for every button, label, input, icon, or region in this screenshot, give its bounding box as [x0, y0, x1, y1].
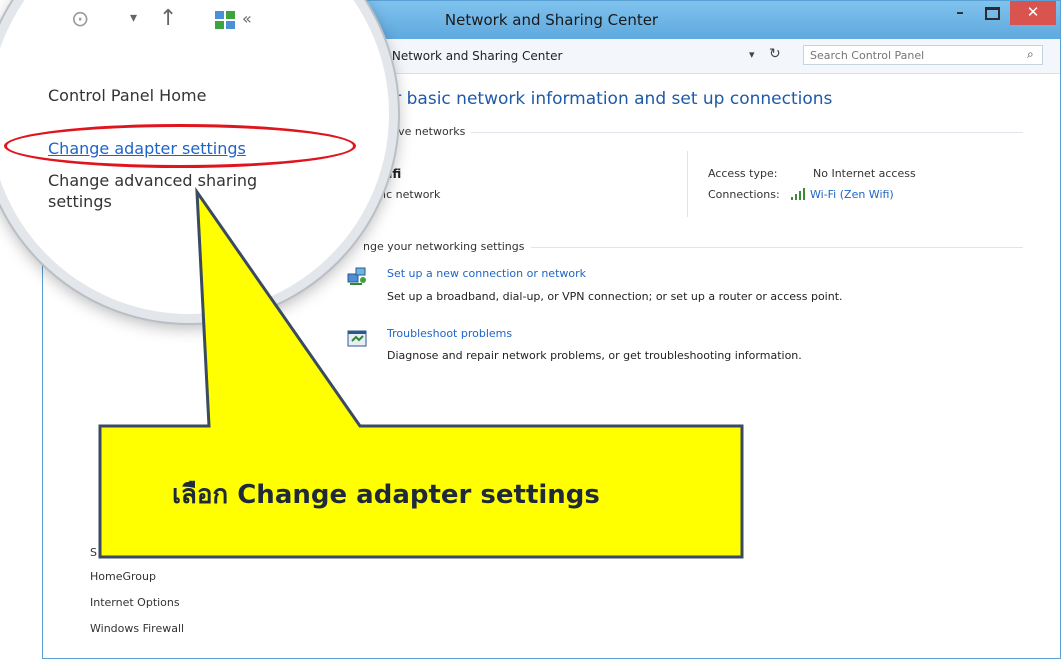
callout-text: เลือก Change adapter settings	[172, 480, 600, 510]
callout-shape	[98, 186, 744, 559]
